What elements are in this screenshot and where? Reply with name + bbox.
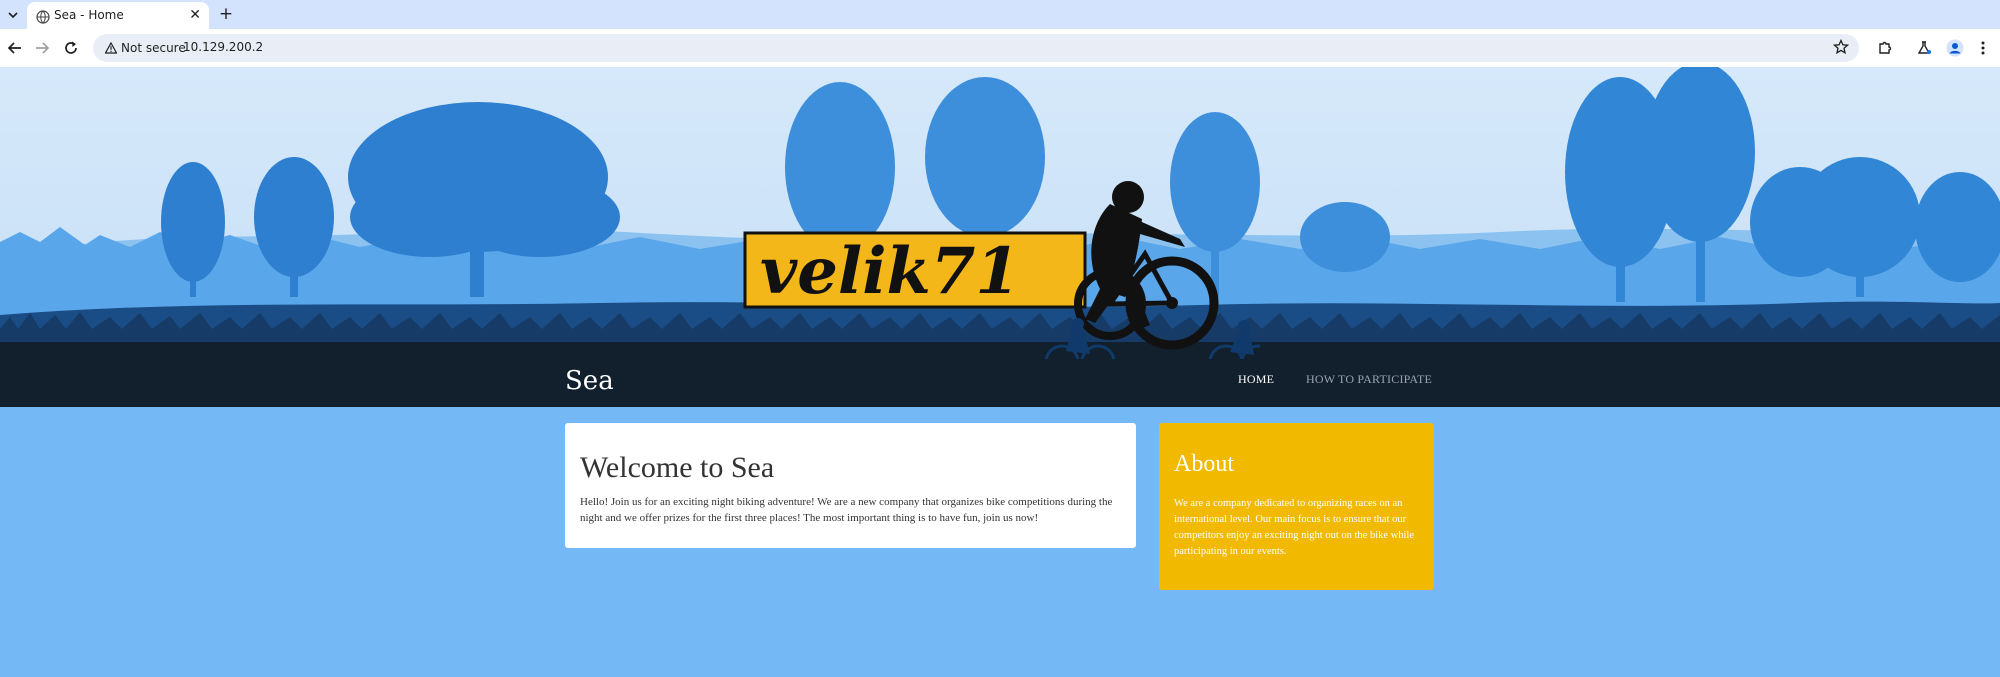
header-banner: velik71 bbox=[0, 67, 2000, 373]
logo-text: velik71 bbox=[760, 234, 1020, 309]
profile-avatar-icon[interactable] bbox=[1945, 38, 1965, 58]
reload-icon[interactable] bbox=[61, 38, 81, 58]
tab-strip: Sea - Home ✕ + bbox=[0, 0, 2000, 29]
velik71-logo: velik71 bbox=[743, 181, 1260, 359]
browser-toolbar: Not secure 10.129.200.2 bbox=[0, 29, 2000, 67]
forward-arrow-icon[interactable] bbox=[32, 38, 52, 58]
about-card: About We are a company dedicated to orga… bbox=[1159, 423, 1434, 590]
more-menu-icon[interactable] bbox=[1973, 38, 1993, 58]
back-arrow-icon[interactable] bbox=[5, 38, 25, 58]
welcome-text: Hello! Join us for an exciting night bik… bbox=[580, 495, 1113, 524]
tab-close-icon[interactable]: ✕ bbox=[189, 7, 201, 23]
globe-icon bbox=[36, 9, 50, 24]
warning-triangle-icon bbox=[104, 39, 118, 58]
url-text: 10.129.200.2 bbox=[183, 40, 264, 54]
browser-tab[interactable]: Sea - Home ✕ bbox=[27, 2, 209, 29]
tab-title: Sea - Home bbox=[54, 8, 124, 22]
welcome-title: Welcome to Sea bbox=[580, 451, 775, 484]
welcome-card: Welcome to Sea Hello! Join us for an exc… bbox=[565, 423, 1136, 548]
nav-home-link[interactable]: HOME bbox=[1238, 372, 1274, 387]
bookmark-star-icon[interactable] bbox=[1832, 38, 1850, 59]
extensions-puzzle-icon[interactable] bbox=[1875, 38, 1895, 58]
nav-how-to-participate-link[interactable]: HOW TO PARTICIPATE bbox=[1306, 372, 1432, 387]
tab-search-chevron-icon[interactable] bbox=[4, 6, 22, 24]
labs-flask-icon[interactable] bbox=[1914, 38, 1934, 58]
site-brand[interactable]: Sea bbox=[565, 366, 614, 396]
new-tab-button[interactable]: + bbox=[216, 4, 236, 24]
security-label: Not secure bbox=[121, 41, 186, 55]
about-text: We are a company dedicated to organizing… bbox=[1174, 498, 1414, 557]
address-bar[interactable]: Not secure 10.129.200.2 bbox=[93, 34, 1859, 62]
security-chip[interactable]: Not secure bbox=[99, 38, 192, 58]
about-title: About bbox=[1174, 451, 1234, 477]
